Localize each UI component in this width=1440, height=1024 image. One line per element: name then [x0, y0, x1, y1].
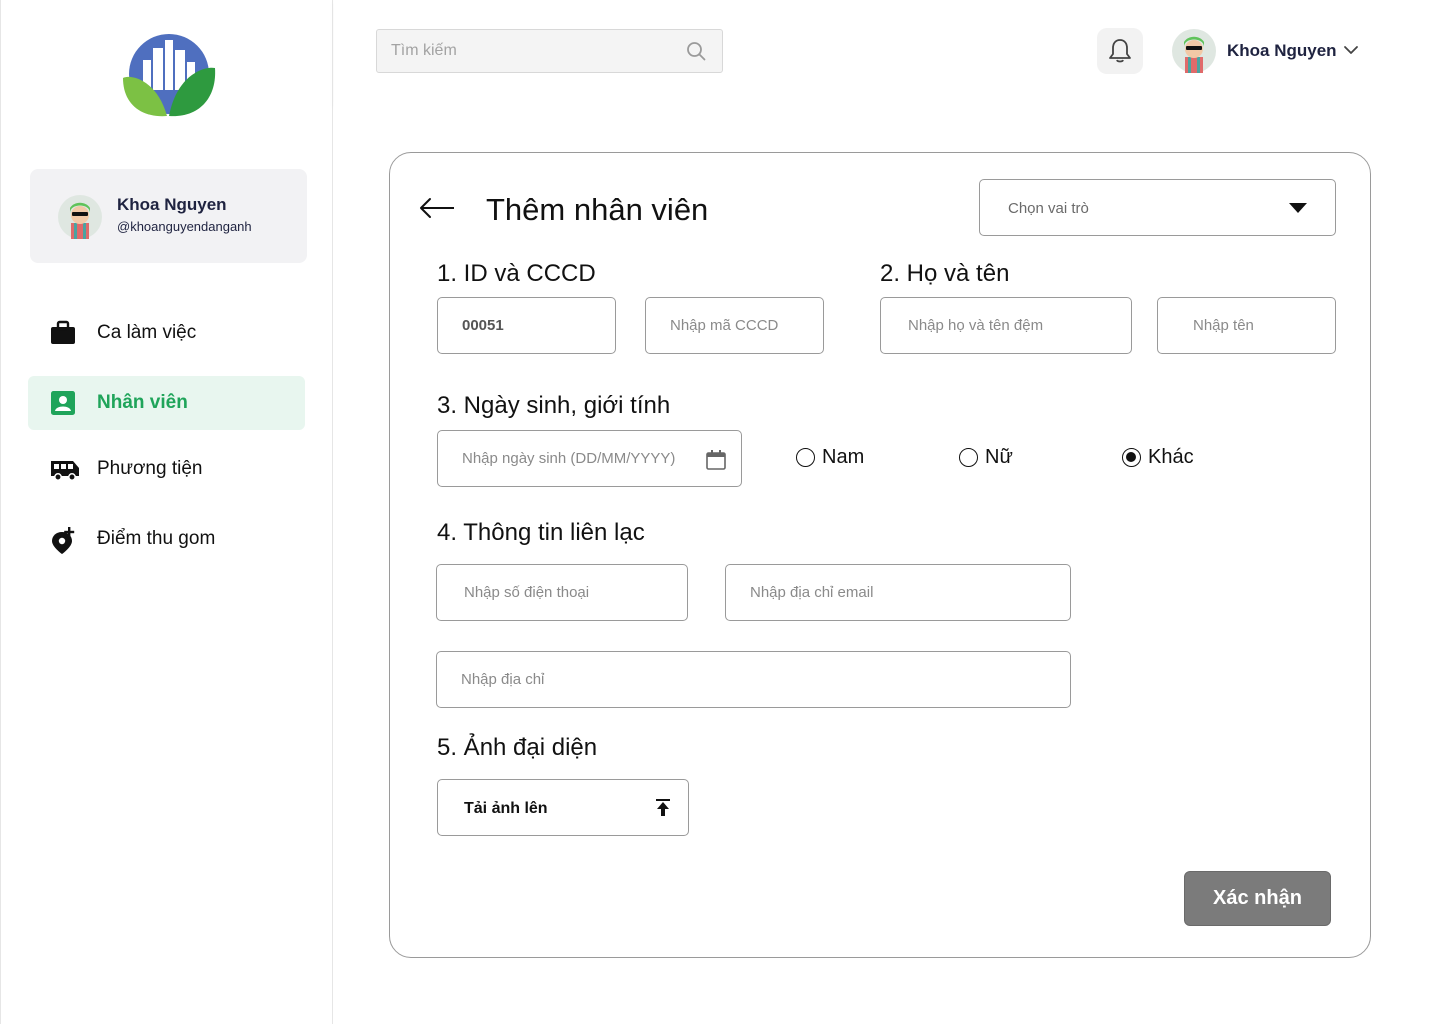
sidebar-item-label: Điểm thu gom	[97, 528, 216, 549]
sidebar-item-collection-points[interactable]: Điểm thu gom	[28, 512, 305, 566]
cccd-input[interactable]	[670, 298, 807, 353]
search-icon[interactable]	[686, 41, 706, 61]
briefcase-icon	[51, 320, 75, 344]
notifications-button[interactable]	[1097, 28, 1143, 74]
upload-label: Tải ảnh lên	[464, 800, 548, 817]
section-title-name: 2. Họ và tên	[880, 260, 1010, 287]
middle-name-field[interactable]	[880, 297, 1132, 354]
role-select[interactable]: Chọn vai trò	[979, 179, 1336, 236]
search-input[interactable]	[391, 30, 671, 72]
sidebar: Khoa Nguyen @khoanguyendanganh Ca làm vi…	[0, 0, 333, 1024]
profile-card[interactable]: Khoa Nguyen @khoanguyendanganh	[30, 169, 307, 263]
gender-radio-female[interactable]: Nữ	[959, 446, 1013, 469]
avatar	[58, 195, 102, 239]
search-box[interactable]	[376, 29, 723, 73]
gender-radio-male[interactable]: Nam	[796, 446, 864, 469]
gender-radio-other[interactable]: Khác	[1122, 446, 1194, 469]
section-title-birth: 3. Ngày sinh, giới tính	[437, 392, 671, 419]
address-field[interactable]	[436, 651, 1071, 708]
location-add-icon	[52, 527, 75, 554]
birthdate-field[interactable]	[437, 430, 742, 487]
radio-circle[interactable]	[796, 448, 815, 467]
radio-label: Khác	[1148, 446, 1194, 468]
calendar-icon[interactable]	[705, 449, 727, 471]
radio-label: Nữ	[985, 446, 1013, 468]
radio-label: Nam	[822, 446, 865, 468]
bell-icon	[1109, 39, 1131, 63]
app-logo	[123, 34, 216, 117]
page-title: Thêm nhân viên	[486, 192, 709, 227]
section-title-contact: 4. Thông tin liên lạc	[437, 519, 645, 546]
bus-icon	[51, 461, 79, 481]
sidebar-item-label: Ca làm việc	[97, 322, 197, 343]
first-name-field[interactable]	[1157, 297, 1336, 354]
radio-circle[interactable]	[959, 448, 978, 467]
contact-card-icon	[51, 391, 75, 415]
email-field[interactable]	[725, 564, 1071, 621]
sidebar-item-label: Phương tiện	[97, 458, 203, 479]
employee-id-input[interactable]	[462, 298, 599, 353]
sidebar-item-vehicles[interactable]: Phương tiện	[28, 442, 305, 496]
sidebar-item-label: Nhân viên	[97, 392, 188, 413]
phone-field[interactable]	[436, 564, 688, 621]
profile-handle: @khoanguyendanganh	[117, 219, 252, 234]
profile-name: Khoa Nguyen	[117, 195, 227, 214]
phone-input[interactable]	[464, 565, 674, 620]
first-name-input[interactable]	[1193, 298, 1330, 353]
chevron-down-icon[interactable]	[1343, 45, 1359, 55]
birthdate-input[interactable]	[462, 431, 702, 486]
sidebar-item-shifts[interactable]: Ca làm việc	[28, 306, 305, 360]
section-title-id: 1. ID và CCCD	[437, 260, 596, 287]
email-input[interactable]	[750, 565, 1054, 620]
role-select-placeholder: Chọn vai trò	[1008, 200, 1089, 217]
employee-id-field[interactable]	[437, 297, 616, 354]
middle-name-input[interactable]	[908, 298, 1118, 353]
upload-photo-button[interactable]: Tải ảnh lên	[437, 779, 689, 836]
caret-down-icon	[1289, 203, 1307, 213]
radio-circle-selected[interactable]	[1122, 448, 1141, 467]
upload-icon	[656, 799, 670, 816]
submit-button[interactable]: Xác nhận	[1184, 871, 1331, 926]
section-title-avatar: 5. Ảnh đại diện	[437, 734, 598, 761]
sidebar-item-employees[interactable]: Nhân viên	[28, 376, 305, 430]
address-input[interactable]	[461, 652, 1054, 707]
cccd-field[interactable]	[645, 297, 824, 354]
user-menu-name[interactable]: Khoa Nguyen	[1227, 41, 1337, 61]
back-arrow-icon[interactable]	[418, 196, 456, 220]
user-avatar[interactable]	[1172, 29, 1216, 73]
